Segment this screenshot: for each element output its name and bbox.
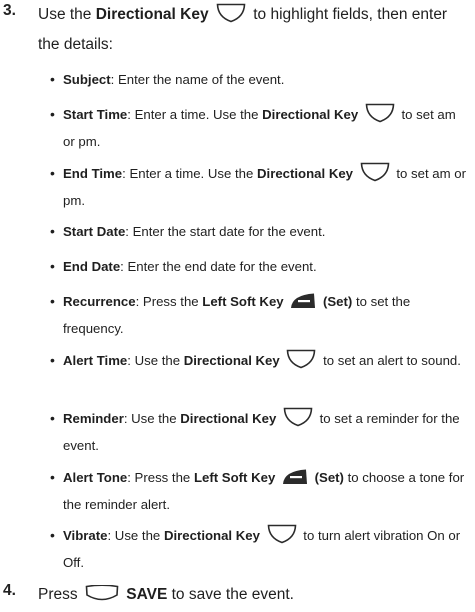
soft-key-icon xyxy=(85,584,119,612)
field-name: Alert Time xyxy=(63,353,128,368)
directional-key-icon xyxy=(360,162,390,189)
directional-key-icon xyxy=(267,524,297,551)
left-soft-key-icon xyxy=(282,468,308,493)
field-name: Subject xyxy=(63,72,111,87)
field-name: Alert Tone xyxy=(63,470,128,485)
directional-key-label: Directional Key xyxy=(95,6,209,23)
step-3-intro: Use the Directional Key to highlight fie… xyxy=(38,2,469,58)
manual-page: 3. Use the Directional Key to highlight … xyxy=(0,0,475,612)
field-name: Start Time xyxy=(63,107,128,122)
directional-key-icon xyxy=(216,3,246,32)
directional-key-icon xyxy=(283,407,313,434)
directional-key-icon xyxy=(365,103,395,130)
directional-key-icon xyxy=(286,349,316,376)
step-number: 3. xyxy=(3,2,16,19)
field-name: End Date xyxy=(63,259,121,274)
field-name: Reminder xyxy=(63,411,124,426)
save-label: SAVE xyxy=(126,586,168,603)
field-name: Vibrate xyxy=(63,528,108,543)
step-4: 4. Press SAVE to save the event. xyxy=(0,582,475,610)
field-name: End Time xyxy=(63,166,123,181)
step-number: 4. xyxy=(3,582,16,599)
field-name: Recurrence xyxy=(63,294,136,309)
field-name: Start Date xyxy=(63,224,126,239)
step-3: 3. Use the Directional Key to highlight … xyxy=(0,2,475,570)
step-4-text: Press SAVE to save the event. xyxy=(38,582,469,612)
left-soft-key-icon xyxy=(290,292,316,317)
